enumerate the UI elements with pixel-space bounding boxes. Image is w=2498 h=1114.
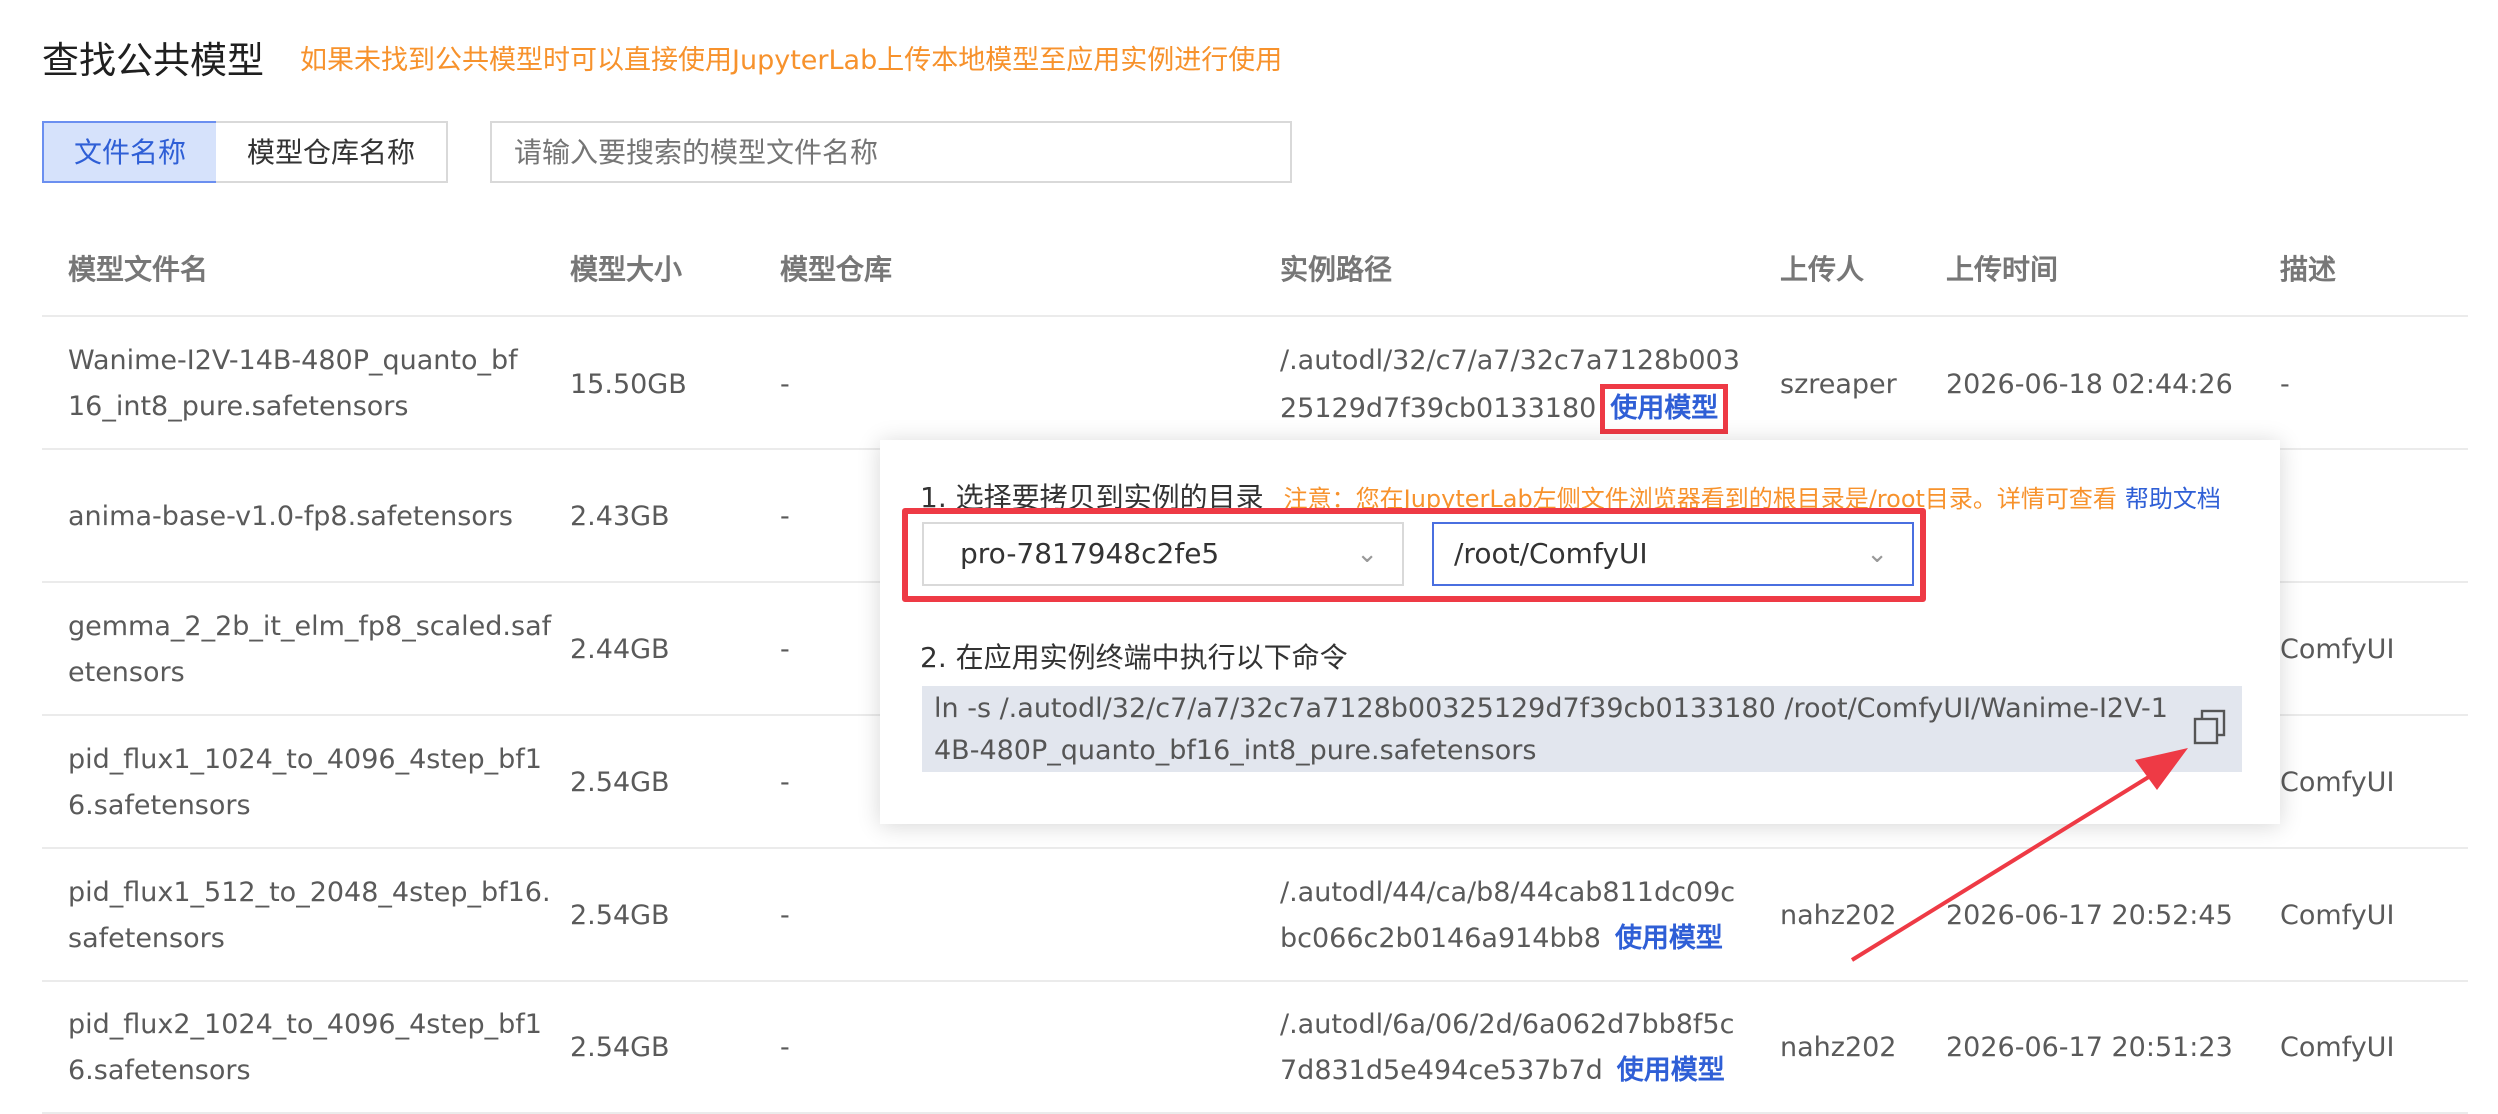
arrow-annotation	[1850, 748, 2188, 962]
